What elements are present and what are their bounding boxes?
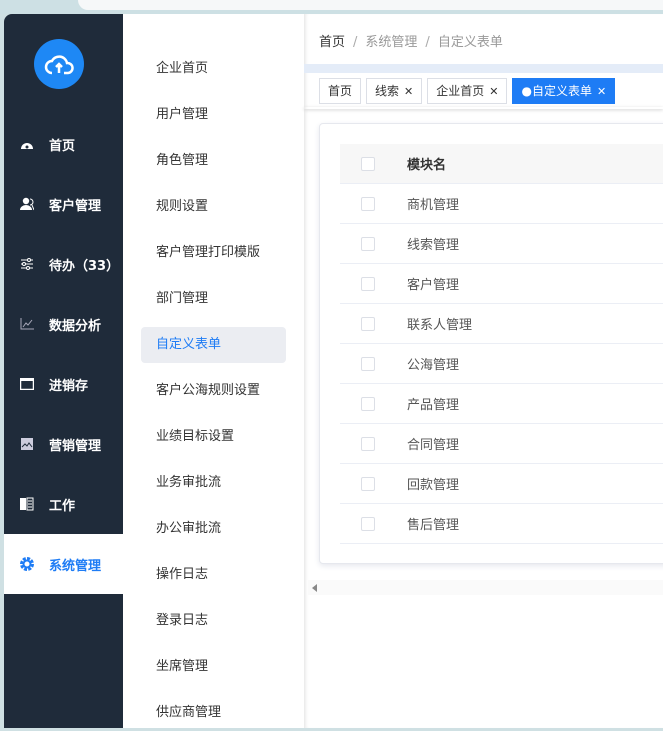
table-row[interactable]: 线索管理 [340,224,663,264]
row-checkbox[interactable] [361,356,375,371]
browser-bar [0,0,663,14]
tab[interactable]: 首页 [319,78,362,104]
sidebar-item-label: 待办（33） [49,258,120,274]
scroll-left-arrow-icon[interactable] [312,584,317,592]
tab-bar: 首页 线索 ✕ 企业首页 ✕ ●自定义表单 ✕ [319,78,616,104]
close-icon[interactable]: ✕ [489,85,498,98]
submenu-item[interactable]: 用户管理 [141,97,286,133]
module-name: 售后管理 [407,518,460,533]
column-header-module: 模块名 [407,158,447,173]
module-name: 商机管理 [407,198,460,213]
breadcrumb-current: 自定义表单 [437,35,503,50]
sidebar-item-label: 系统管理 [49,558,102,574]
tab[interactable]: ●自定义表单 ✕ [512,78,616,104]
submenu-item[interactable]: 企业首页 [141,51,286,87]
submenu-item[interactable]: 客户管理打印模版 [141,235,286,271]
sidebar-item-label: 营销管理 [49,438,102,454]
image-icon [20,437,34,451]
cloud-logo-icon [34,39,84,89]
table-row[interactable]: 商机管理 [340,184,663,224]
close-icon[interactable]: ✕ [597,85,606,98]
module-name: 回款管理 [407,478,460,493]
table-row[interactable]: 联系人管理 [340,304,663,344]
row-checkbox[interactable] [361,476,375,491]
breadcrumb: 首页 / 系统管理 / 自定义表单 [319,35,503,50]
sidebar-item-label: 客户管理 [49,198,102,214]
address-bar[interactable] [78,0,663,10]
chart-line-icon [20,317,34,331]
submenu-item[interactable]: 业务审批流 [141,465,286,501]
row-checkbox[interactable] [361,436,375,451]
submenu-item[interactable]: 坐席管理 [141,649,286,685]
submenu-item[interactable]: 登录日志 [141,603,286,639]
sliders-icon [20,257,34,271]
sidebar-item-label: 工作 [49,498,76,514]
divider [304,64,663,73]
table-row[interactable]: 产品管理 [340,384,663,424]
tab-label: 企业首页 [436,84,485,98]
sidebar-item-label: 首页 [49,138,76,154]
tab[interactable]: 线索 ✕ [366,78,423,104]
folder-icon [20,377,34,391]
sidebar-item[interactable]: 客户管理 [4,174,123,234]
breadcrumb-home[interactable]: 首页 [319,35,345,50]
submenu-item[interactable]: 供应商管理 [141,695,286,731]
module-name: 线索管理 [407,238,460,253]
main-content: 首页 / 系统管理 / 自定义表单 首页 线索 ✕ 企业首页 ✕ ●自定义表单 ✕ 模块名 商机管理… [304,14,663,728]
sidebar-item[interactable]: 工作 [4,474,123,534]
submenu-item[interactable]: 业绩目标设置 [141,419,286,455]
sidebar-item-label: 进销存 [49,378,89,394]
module-name: 合同管理 [407,438,460,453]
sidebar-item-label: 数据分析 [49,318,102,334]
book-icon [20,497,34,511]
table-row[interactable]: 回款管理 [340,464,663,504]
submenu-item[interactable]: 操作日志 [141,557,286,593]
submenu: 企业首页用户管理角色管理规则设置客户管理打印模版 部门管理自定义表单客户公海规则设… [123,14,304,728]
submenu-item[interactable]: 办公审批流 [141,511,286,547]
gear-icon [20,557,34,571]
submenu-item[interactable]: 自定义表单 [141,327,286,363]
sidebar-item[interactable]: 数据分析 [4,294,123,354]
table-row[interactable]: 售后管理 [340,504,663,544]
table-row[interactable]: 合同管理 [340,424,663,464]
users-icon [20,197,34,211]
submenu-item[interactable]: 角色管理 [141,143,286,179]
row-checkbox[interactable] [361,196,375,211]
row-checkbox[interactable] [361,316,375,331]
submenu-item[interactable]: 部门管理 [141,281,286,317]
module-name: 公海管理 [407,358,460,373]
row-checkbox[interactable] [361,396,375,411]
close-icon[interactable]: ✕ [404,85,413,98]
tab-label: ●自定义表单 [521,84,592,98]
submenu-item[interactable]: 客户公海规则设置 [141,373,286,409]
select-all-checkbox[interactable] [361,156,375,171]
submenu-item[interactable]: 规则设置 [141,189,286,225]
table-row[interactable]: 公海管理 [340,344,663,384]
tab-label: 线索 [375,84,400,98]
main-sidebar: 首页客户管理待办（33） 数据分析进销存营销管理工作系统管理 [4,14,123,728]
tab[interactable]: 企业首页 ✕ [427,78,508,104]
row-checkbox[interactable] [361,236,375,251]
table-header: 模块名 [340,144,663,184]
sidebar-item[interactable]: 首页 [4,114,123,174]
table-card: 模块名 商机管理线索管理客户管理联系人管理公海管理产品管理合同管理回款管理售后管… [319,123,663,564]
module-name: 客户管理 [407,278,460,293]
row-checkbox[interactable] [361,276,375,291]
tab-label: 首页 [328,84,353,98]
divider [304,107,663,109]
dashboard-icon [20,137,34,151]
table-row[interactable]: 客户管理 [340,264,663,304]
breadcrumb-system[interactable]: 系统管理 [365,35,417,50]
module-name: 联系人管理 [407,318,473,333]
horizontal-scrollbar[interactable] [308,580,663,595]
sidebar-item[interactable]: 待办（33） [4,234,123,294]
row-checkbox[interactable] [361,516,375,531]
module-name: 产品管理 [407,398,460,413]
sidebar-item[interactable]: 系统管理 [4,534,123,594]
sidebar-item[interactable]: 进销存 [4,354,123,414]
sidebar-item[interactable]: 营销管理 [4,414,123,474]
